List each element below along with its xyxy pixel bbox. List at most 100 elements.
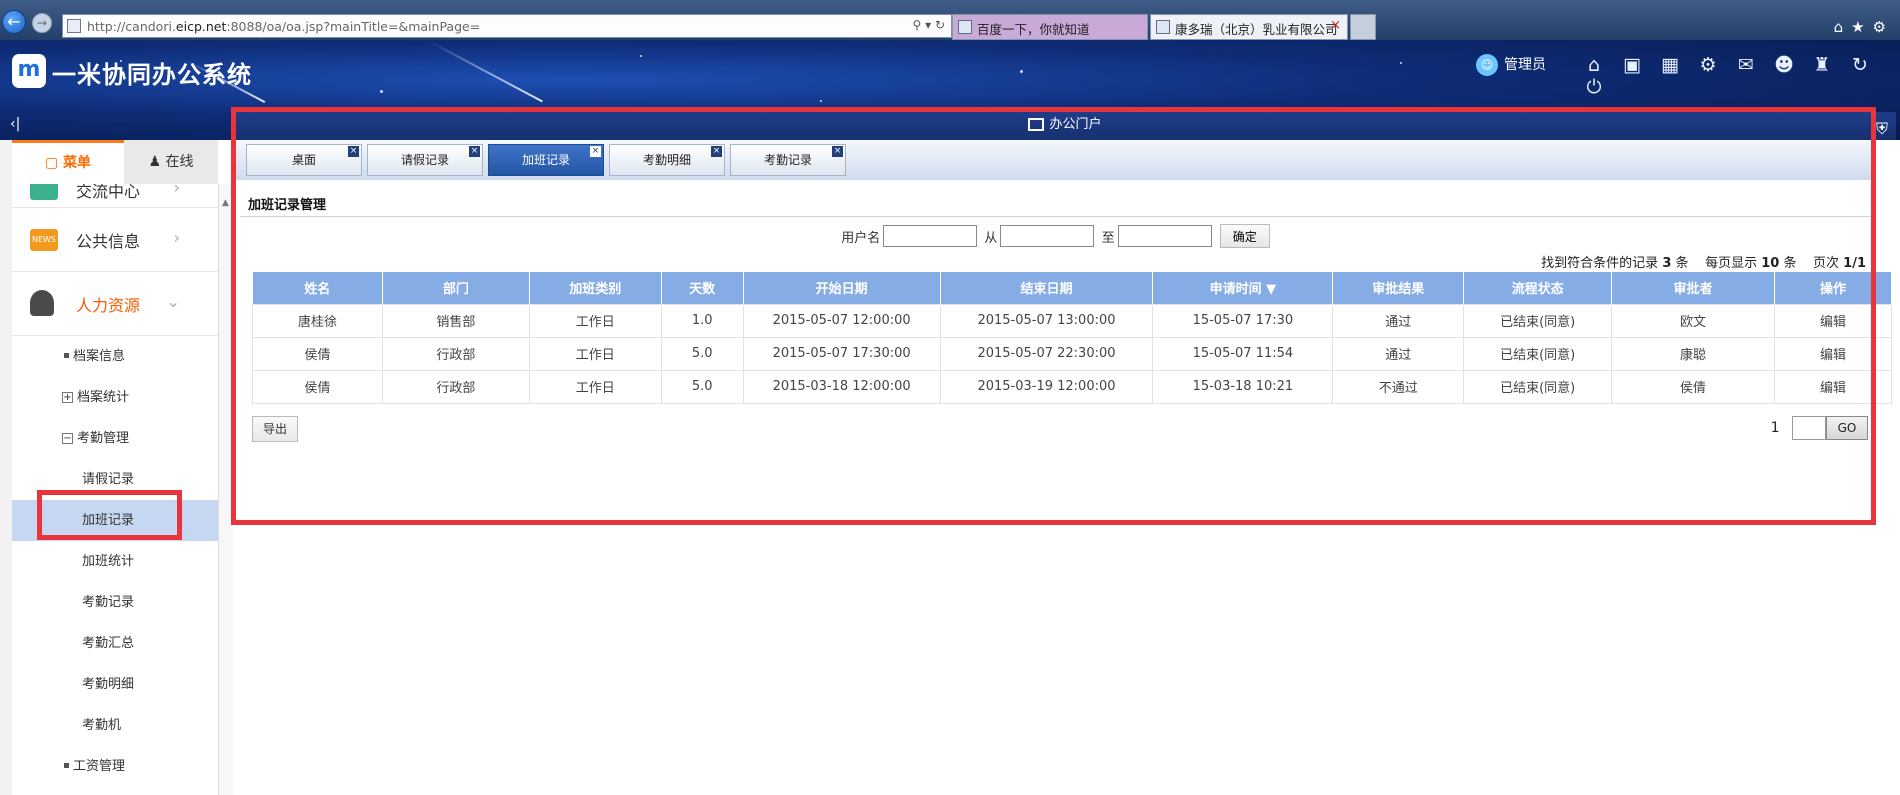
page-icon xyxy=(67,19,81,33)
mail-icon[interactable]: ✉ xyxy=(1732,54,1760,76)
edit-link[interactable]: 编辑 xyxy=(1773,369,1893,404)
content-tab-bar: 桌面 × 请假记录 × 加班记录 × 考勤明细 × 考勤记录 × xyxy=(234,140,1874,180)
export-button[interactable]: 导出 xyxy=(252,416,298,442)
username-label: 用户名 xyxy=(841,230,881,246)
cell-name: 唐桂徐 xyxy=(252,303,383,338)
user-circle-icon[interactable]: ☻ xyxy=(1770,54,1798,76)
cell-result: 不通过 xyxy=(1332,369,1465,404)
current-user[interactable]: ☺ 管理员 xyxy=(1476,54,1546,76)
sidebar-sub-item[interactable]: 请假记录 xyxy=(12,459,218,500)
sidebar-sub-item[interactable]: 考勤机 xyxy=(12,705,218,746)
portal-title-bar: 办公门户 ⛨ xyxy=(234,112,1896,140)
sidebar-sub-item[interactable]: 工资管理 xyxy=(12,746,218,787)
tab-desktop[interactable]: 桌面 × xyxy=(246,144,362,176)
address-bar[interactable]: http://candori.eicp.net:8088/oa/oa.jsp?m… xyxy=(62,14,952,38)
close-tab-icon[interactable]: × xyxy=(1330,18,1341,33)
browser-tab-company[interactable]: 康多瑞（北京）乳业有限公司 × xyxy=(1150,14,1348,40)
cell-start: 2015-03-18 12:00:00 xyxy=(742,369,941,404)
cell-result: 通过 xyxy=(1332,336,1465,371)
record-summary: 找到符合条件的记录 3 条 每页显示 10 条 页次 1/1 xyxy=(1541,256,1866,271)
main-content: 加班记录管理 用户名 从 至 确定 找到符合条件的记录 3 条 每页显示 10 … xyxy=(234,180,1893,795)
sidebar-sub-item[interactable]: + 档案统计 xyxy=(12,377,218,418)
camera-icon[interactable]: ▣ xyxy=(1618,54,1646,76)
new-tab-button[interactable] xyxy=(1350,14,1376,40)
cell-apply-time: 15-03-18 10:21 xyxy=(1152,369,1334,404)
to-label: 至 xyxy=(1101,230,1115,246)
edit-link[interactable]: 编辑 xyxy=(1773,303,1893,338)
back-arrow-icon[interactable]: ← xyxy=(2,10,26,34)
column-header[interactable]: 部门 xyxy=(382,272,530,304)
person-icon xyxy=(30,290,54,316)
end-date-input[interactable] xyxy=(1117,225,1212,247)
column-header[interactable]: 结束日期 xyxy=(940,272,1154,304)
cell-end: 2015-03-19 12:00:00 xyxy=(939,369,1154,404)
sidebar-item-public-info[interactable]: NEWS 公共信息 › xyxy=(12,208,218,272)
tab-attendance-records[interactable]: 考勤记录 × xyxy=(730,144,846,176)
username-input[interactable] xyxy=(883,225,978,247)
cell-apply-time: 15-05-07 17:30 xyxy=(1152,303,1334,338)
cell-department: 行政部 xyxy=(381,369,530,404)
forward-arrow-icon[interactable]: → xyxy=(32,13,52,33)
shirt-icon[interactable]: ♜ xyxy=(1808,54,1836,76)
sidebar-sub-item[interactable]: 档案信息 xyxy=(12,336,218,377)
sidebar-sub-item[interactable]: − 考勤管理 xyxy=(12,418,218,459)
column-header[interactable]: 审批者 xyxy=(1611,272,1775,304)
calendar-icon[interactable]: ▦ xyxy=(1656,54,1684,76)
cell-name: 侯倩 xyxy=(252,369,383,404)
tab-menu[interactable]: ▢ 菜单 xyxy=(12,140,124,184)
tab-online[interactable]: ♟ 在线 xyxy=(124,140,218,184)
gear-icon[interactable]: ⚙ xyxy=(1694,54,1722,76)
expand-icon: + xyxy=(62,392,73,403)
tab-overtime-records[interactable]: 加班记录 × xyxy=(488,144,604,176)
refresh-icon[interactable]: ↻ xyxy=(1846,54,1874,76)
sidebar-sub-item[interactable]: 考勤汇总 xyxy=(12,623,218,664)
close-tab-icon[interactable]: × xyxy=(711,146,722,157)
page-favicon-icon xyxy=(1156,20,1170,34)
sidebar-sub-item[interactable]: 加班统计 xyxy=(12,541,218,582)
collapse-sidebar-icon[interactable]: ‹| xyxy=(10,116,20,132)
scroll-up-icon[interactable]: ▲ xyxy=(222,198,229,208)
chevron-right-icon: › xyxy=(173,184,180,197)
close-tab-icon[interactable]: × xyxy=(590,146,601,157)
cell-days: 5.0 xyxy=(660,369,744,404)
edit-link[interactable]: 编辑 xyxy=(1773,336,1893,371)
column-header[interactable]: 加班类别 xyxy=(529,272,662,304)
confirm-button[interactable]: 确定 xyxy=(1219,224,1270,248)
sidebar-item-hr[interactable]: 人力资源 ⌄ xyxy=(12,272,218,336)
go-button[interactable]: GO xyxy=(1826,416,1868,440)
column-header[interactable]: 操作 xyxy=(1774,272,1893,304)
sidebar-sub-item[interactable]: 考勤记录 xyxy=(12,582,218,623)
column-header[interactable]: 开始日期 xyxy=(743,272,941,304)
tab-leave-records[interactable]: 请假记录 × xyxy=(367,144,483,176)
column-header[interactable]: 姓名 xyxy=(252,272,383,304)
close-tab-icon[interactable]: × xyxy=(469,146,480,157)
sidebar-item-communication[interactable]: 交流中心 › xyxy=(12,184,218,208)
cell-status: 已结束(同意) xyxy=(1463,303,1613,338)
page-number-input[interactable] xyxy=(1792,416,1826,440)
power-icon[interactable]: ⏻ xyxy=(1580,76,1608,98)
home-icon[interactable]: ⌂ xyxy=(1580,54,1608,76)
browser-tab-label: 百度一下，你就知道 xyxy=(977,22,1090,37)
column-header[interactable]: 审批结果 xyxy=(1332,272,1465,304)
sidebar-item-label: 公共信息 xyxy=(76,232,141,251)
browser-toolbar-icons[interactable]: ⌂★⚙ xyxy=(1834,18,1894,36)
column-header[interactable]: 流程状态 xyxy=(1463,272,1613,304)
close-tab-icon[interactable]: × xyxy=(832,146,843,157)
column-header-sorted[interactable]: 申请时间 ▼ xyxy=(1152,272,1334,304)
column-header[interactable]: 天数 xyxy=(661,272,744,304)
page-title: 加班记录管理 xyxy=(248,198,327,213)
browser-tab-baidu[interactable]: 百度一下，你就知道 xyxy=(952,14,1148,40)
sidebar-sub-item-active[interactable]: 加班记录 xyxy=(12,500,218,541)
sidebar-tabs: ▢ 菜单 ♟ 在线 xyxy=(12,140,218,184)
start-date-input[interactable] xyxy=(1000,225,1095,247)
portal-title: 办公门户 xyxy=(1049,117,1102,132)
news-icon: NEWS xyxy=(30,229,58,251)
sidebar-scrollbar[interactable]: ▲ xyxy=(218,184,233,795)
shield-icon[interactable]: ⛨ xyxy=(1876,116,1888,142)
current-page: 1 xyxy=(1770,420,1780,436)
close-tab-icon[interactable]: × xyxy=(348,146,359,157)
sidebar-item-label: 人力资源 xyxy=(76,296,141,315)
sidebar-sub-item[interactable]: 考勤明细 xyxy=(12,664,218,705)
tab-attendance-detail[interactable]: 考勤明细 × xyxy=(609,144,725,176)
search-refresh-icons[interactable]: ⚲ ▾ ↻ xyxy=(913,18,946,32)
